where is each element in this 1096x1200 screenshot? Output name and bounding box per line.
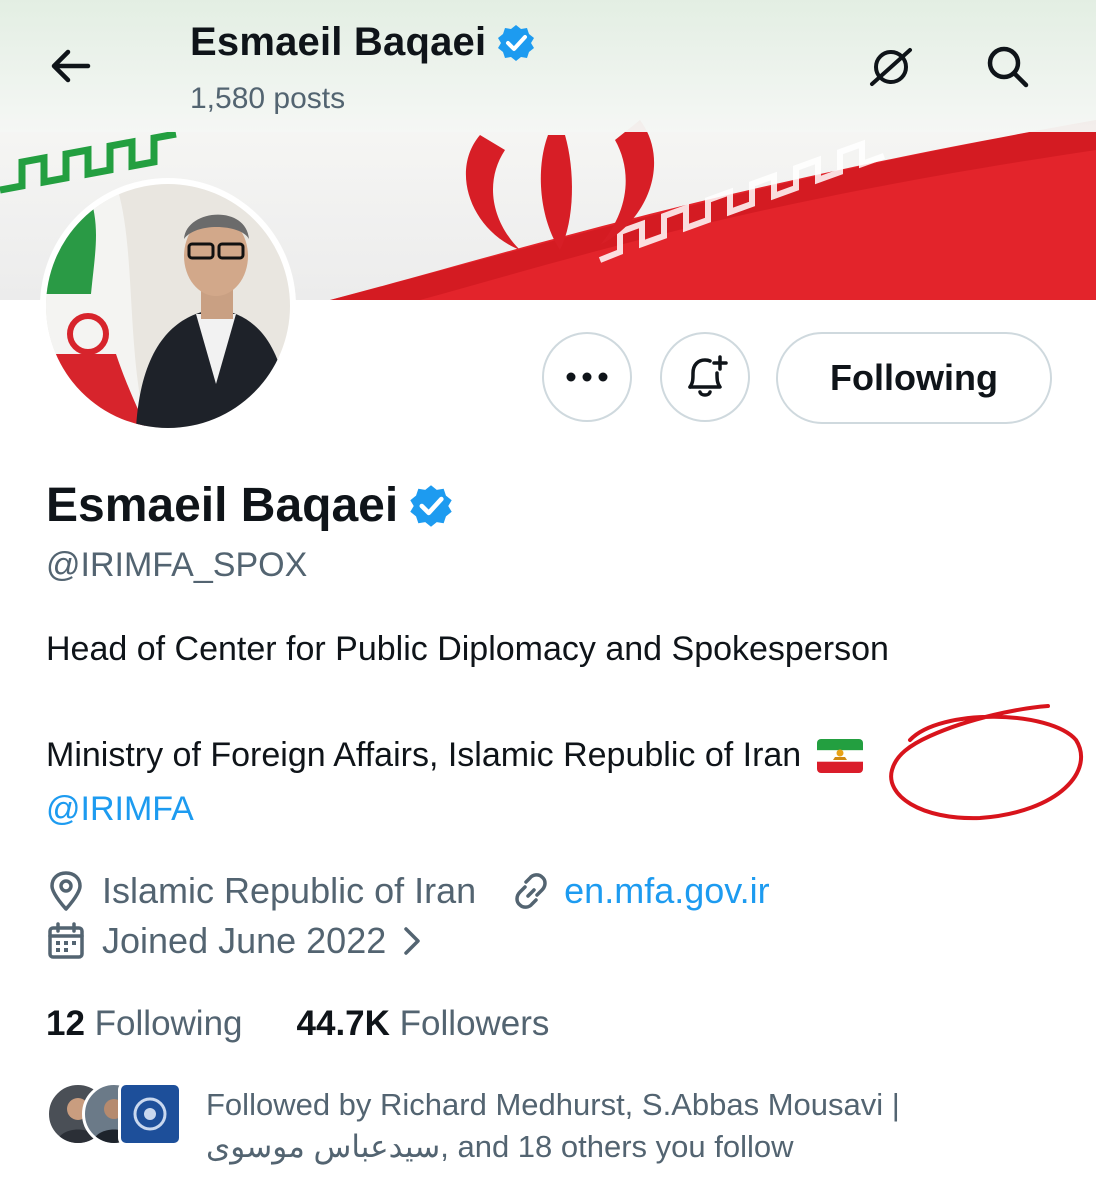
red-annotation-circle [889,704,1083,821]
more-options-button[interactable] [542,332,632,422]
grok-button[interactable] [866,44,916,90]
notifications-button[interactable] [660,332,750,422]
back-button[interactable] [46,44,94,88]
more-icon [566,372,608,382]
location-pin-icon [50,871,82,911]
top-navigation-bar: Esmaeil Baqaei 1,580 posts [0,0,1096,132]
avatar-photo [46,184,290,428]
display-name-text: Esmaeil Baqaei [46,479,399,532]
follower-avatar [118,1082,182,1146]
followers-count: 44.7K [296,1004,390,1043]
link-icon [515,873,547,909]
followed-by-line-1: Followed by Richard Medhurst, S.Abbas Mo… [206,1087,900,1122]
followed-by-avatars[interactable] [46,1082,186,1146]
post-count: 1,580 posts [190,82,346,115]
location-text: Islamic Republic of Iran [102,870,477,911]
search-icon [987,46,1029,88]
user-handle: @IRIMFA_SPOX [46,546,308,584]
profile-meta-row-2: Joined June 2022 [46,920,424,962]
profile-avatar[interactable] [40,178,296,434]
follow-stats: 12 Following 44.7K Followers [46,1004,549,1044]
grok-icon [870,48,912,86]
followers-stat-label: Followers [399,1004,550,1043]
notification-bell-plus-icon [688,355,728,397]
following-count: 12 [46,1004,85,1043]
display-name: Esmaeil Baqaei [46,478,454,533]
lion-and-sun-flag-icon [817,738,864,773]
bio-line-2: Ministry of Foreign Affairs, Islamic Rep… [46,736,864,775]
calendar-icon [48,922,84,959]
header-name: Esmaeil Baqaei [190,20,487,64]
profile-meta-row-1: Islamic Republic of Iran en.mfa.gov.ir [46,870,770,912]
chevron-right-icon[interactable] [400,924,424,958]
bio-line-2-text: Ministry of Foreign Affairs, Islamic Rep… [46,736,802,774]
verified-badge-icon [498,24,535,61]
joined-date: Joined June 2022 [102,920,387,961]
following-stat[interactable]: 12 Following [46,1004,243,1044]
bio-mention-link[interactable]: @IRIMFA [46,790,194,829]
back-arrow-icon [51,49,91,83]
followed-by-text[interactable]: Followed by Richard Medhurst, S.Abbas Mo… [206,1084,1046,1168]
followed-by-line-2: سیدعباس موسوی, and 18 others you follow [206,1129,794,1164]
followers-stat[interactable]: 44.7K Followers [297,1004,550,1044]
bio-line-1: Head of Center for Public Diplomacy and … [46,630,889,668]
website-link[interactable]: en.mfa.gov.ir [564,870,769,912]
verified-badge-icon[interactable] [408,483,454,529]
header-title: Esmaeil Baqaei [190,20,536,65]
following-stat-label: Following [94,1004,243,1043]
following-button[interactable]: Following [776,332,1052,424]
search-button[interactable] [982,42,1032,90]
